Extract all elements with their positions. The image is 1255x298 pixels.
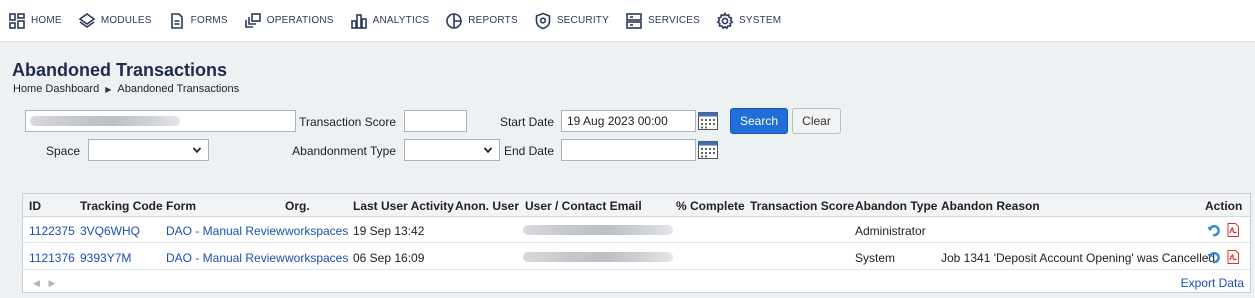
column-header-percent-complete[interactable]: % Complete — [676, 199, 745, 213]
column-header-transaction-score[interactable]: Transaction Score — [750, 199, 854, 213]
start-date-label: Start Date — [499, 115, 554, 129]
column-header-action: Action — [1205, 199, 1243, 213]
row-tracking-code-link[interactable]: 9393Y7M — [80, 251, 131, 265]
row-form-link[interactable]: DAO - Manual Review — [166, 224, 285, 238]
pdf-icon[interactable] — [1226, 223, 1240, 237]
row-abandon-reason: Job 1341 'Deposit Account Opening' was C… — [941, 251, 1219, 265]
breadcrumb-current: Abandoned Transactions — [117, 83, 240, 95]
transaction-score-label: Transaction Score — [299, 115, 396, 129]
column-header-abandon-type[interactable]: Abandon Type — [855, 199, 937, 213]
page-title: Abandoned Transactions — [12, 60, 228, 80]
home-grid-icon — [9, 12, 25, 29]
nav-modules[interactable]: MODULES — [78, 0, 152, 42]
nav-forms-label: FORMS — [190, 15, 228, 26]
nav-reports-label: REPORTS — [468, 15, 518, 26]
gear-icon — [716, 11, 734, 29]
bar-chart-icon — [350, 13, 367, 29]
nav-system[interactable]: SYSTEM — [716, 0, 781, 42]
restore-icon[interactable] — [1207, 250, 1221, 264]
clear-button[interactable]: Clear — [792, 108, 841, 134]
shield-icon — [535, 12, 551, 29]
column-header-tracking-code[interactable]: Tracking Code — [80, 199, 163, 213]
calendar-icon[interactable] — [698, 112, 718, 130]
modules-icon — [78, 12, 96, 28]
space-select[interactable] — [88, 139, 209, 161]
nav-home[interactable]: HOME — [8, 0, 62, 42]
breadcrumb-home-dashboard[interactable]: Home Dashboard — [13, 83, 99, 95]
row-org-link[interactable]: workspaces — [285, 224, 348, 238]
restore-icon[interactable] — [1207, 223, 1221, 237]
chevron-down-icon — [192, 147, 202, 154]
row-abandon-type: Administrator — [855, 224, 926, 238]
end-date-input[interactable] — [561, 139, 696, 161]
row-id-link[interactable]: 1122375 — [29, 224, 75, 238]
row-email-redacted — [523, 252, 673, 262]
nav-analytics-label: ANALYTICS — [372, 15, 430, 26]
nav-operations-label: OPERATIONS — [266, 15, 334, 26]
breadcrumb: Home Dashboard ▶ Abandoned Transactions — [13, 83, 239, 95]
abandonment-type-label: Abandonment Type — [292, 144, 396, 158]
row-last-activity: 19 Sep 13:42 — [353, 224, 425, 238]
column-header-id[interactable]: ID — [29, 199, 41, 213]
nav-forms[interactable]: FORMS — [168, 0, 228, 42]
operations-icon — [244, 12, 261, 28]
nav-reports[interactable]: REPORTS — [445, 0, 518, 42]
row-tracking-code-link[interactable]: 3VQ6WHQ — [80, 224, 140, 238]
search-button[interactable]: Search — [730, 108, 788, 134]
row-email-redacted — [523, 225, 673, 235]
pagination: ◀ ▶ — [33, 278, 55, 289]
row-id-link[interactable]: 1121376 — [29, 251, 75, 265]
table-row[interactable]: 1121376 9393Y7M DAO - Manual Review work… — [23, 244, 1250, 270]
column-header-anon-user[interactable]: Anon. User — [455, 199, 519, 213]
row-form-link[interactable]: DAO - Manual Review — [166, 251, 285, 265]
nav-services[interactable]: SERVICES — [625, 0, 700, 42]
table-header: ID Tracking Code Form Org. Last User Act… — [23, 194, 1250, 217]
chevron-down-icon — [483, 147, 493, 154]
transaction-score-input[interactable] — [404, 110, 467, 132]
calendar-icon[interactable] — [698, 141, 718, 159]
space-label: Space — [45, 144, 80, 158]
column-header-org[interactable]: Org. — [285, 199, 310, 213]
table-row[interactable]: 1122375 3VQ6WHQ DAO - Manual Review work… — [23, 217, 1250, 243]
row-abandon-type: System — [855, 251, 896, 265]
pdf-icon[interactable] — [1226, 250, 1240, 264]
nav-modules-label: MODULES — [100, 15, 152, 26]
top-navigation: HOME MODULES FORMS OPERATIONS ANALYTICS … — [0, 0, 1255, 42]
form-document-icon — [170, 12, 183, 29]
search-input-redacted-value — [30, 116, 180, 126]
nav-system-label: SYSTEM — [738, 15, 782, 26]
column-header-form[interactable]: Form — [166, 199, 196, 213]
nav-home-label: HOME — [31, 15, 62, 26]
start-date-input[interactable]: 19 Aug 2023 00:00 — [561, 110, 696, 132]
previous-page-icon[interactable]: ◀ — [33, 278, 40, 288]
column-header-email[interactable]: User / Contact Email — [525, 199, 642, 213]
column-header-abandon-reason[interactable]: Abandon Reason — [941, 199, 1040, 213]
end-date-label: End Date — [503, 144, 554, 158]
abandonment-type-select[interactable] — [404, 139, 500, 161]
nav-operations[interactable]: OPERATIONS — [244, 0, 334, 42]
row-org-link[interactable]: workspaces — [285, 251, 348, 265]
nav-analytics[interactable]: ANALYTICS — [350, 0, 430, 42]
export-data-link[interactable]: Export Data — [1181, 276, 1244, 290]
nav-services-label: SERVICES — [647, 15, 700, 26]
nav-security[interactable]: SECURITY — [534, 0, 609, 42]
row-last-activity: 06 Sep 16:09 — [353, 251, 425, 265]
results-table: ID Tracking Code Form Org. Last User Act… — [22, 193, 1251, 293]
server-icon — [626, 12, 642, 29]
column-header-last-user-activity[interactable]: Last User Activity — [353, 199, 454, 213]
breadcrumb-separator-icon: ▶ — [105, 84, 112, 94]
pie-chart-icon — [446, 12, 463, 29]
next-page-icon[interactable]: ▶ — [48, 278, 55, 288]
nav-security-label: SECURITY — [556, 15, 609, 26]
